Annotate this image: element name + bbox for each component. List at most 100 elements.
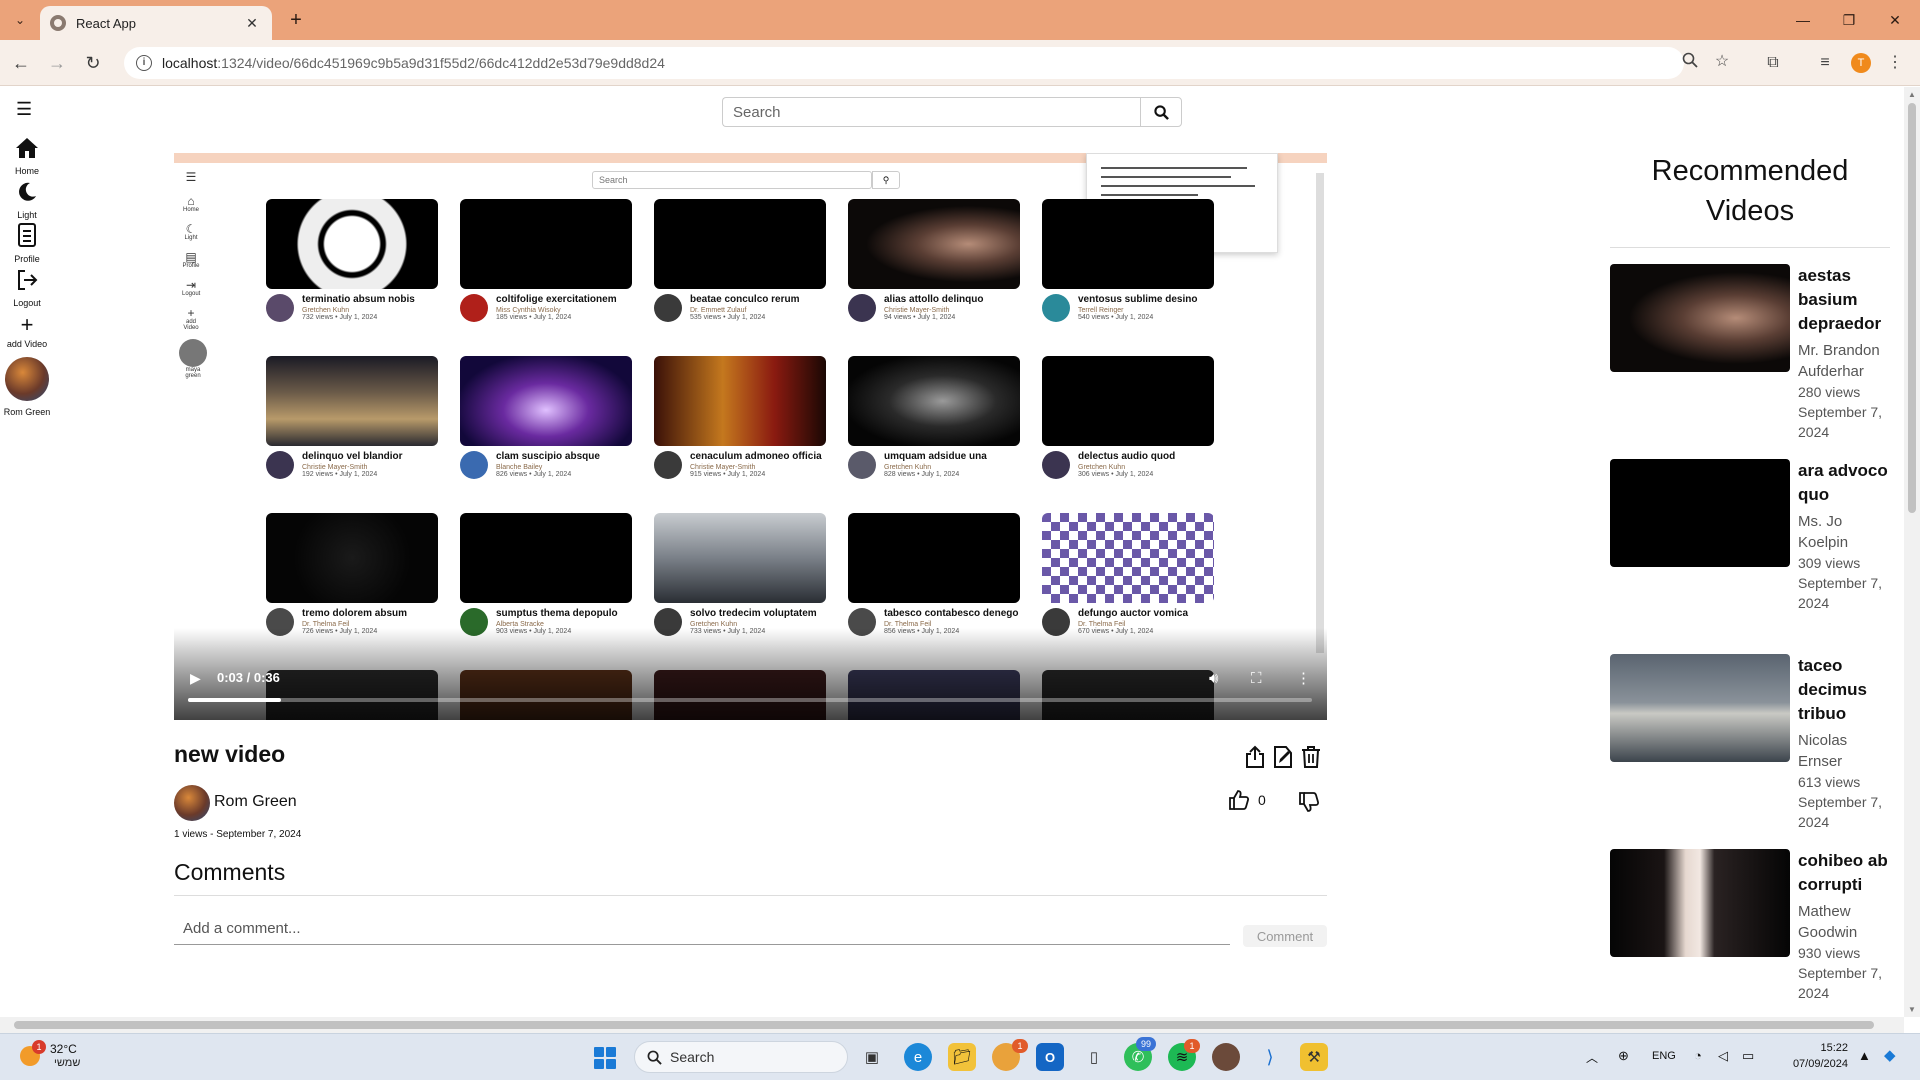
- channel-avatar[interactable]: [174, 785, 210, 821]
- copilot-icon[interactable]: ◆: [1884, 1046, 1896, 1064]
- weather-badge: 1: [32, 1040, 46, 1054]
- window-close-icon[interactable]: ✕: [1872, 0, 1918, 40]
- fullscreen-icon[interactable]: ⛶: [1251, 670, 1262, 687]
- hamburger-menu-icon[interactable]: ☰: [16, 100, 38, 118]
- app-icon[interactable]: ⚒︎: [1300, 1043, 1328, 1071]
- recommended-thumbnail[interactable]: [1610, 654, 1790, 762]
- clock-date[interactable]: 07/09/2024: [1778, 1058, 1848, 1070]
- site-info-icon[interactable]: i: [136, 55, 152, 71]
- video-frame-card-author: Dr. Thelma Feil: [302, 621, 350, 628]
- recommended-thumbnail[interactable]: [1610, 264, 1790, 372]
- user-avatar[interactable]: [5, 357, 49, 401]
- photo-app-icon[interactable]: [1212, 1043, 1240, 1071]
- share-icon[interactable]: [1244, 745, 1268, 769]
- file-explorer-icon[interactable]: 📁︎: [948, 1043, 976, 1071]
- recommended-thumbnail[interactable]: [1610, 459, 1790, 567]
- browser-tab[interactable]: React App ✕: [40, 6, 272, 40]
- battery-icon[interactable]: ▭: [1742, 1048, 1754, 1064]
- reload-icon[interactable]: ↻: [80, 50, 106, 76]
- video-frame-card-author: Dr. Emmett Zulauf: [690, 307, 747, 314]
- profile-avatar[interactable]: T: [1851, 53, 1871, 73]
- video-frame-card-author: Gretchen Kuhn: [690, 621, 738, 628]
- notepad-icon[interactable]: ▯: [1080, 1043, 1108, 1071]
- recommended-thumbnail[interactable]: [1610, 849, 1790, 957]
- tab-close-icon[interactable]: ✕: [242, 15, 262, 32]
- trash-icon[interactable]: [1300, 745, 1324, 769]
- play-icon[interactable]: ▶: [190, 670, 201, 687]
- recommended-views: 930 views: [1798, 945, 1861, 961]
- video-frame-card-avatar: [1042, 451, 1070, 479]
- player-progress-bar[interactable]: [188, 698, 1312, 702]
- sidebar-item-home[interactable]: Home: [0, 137, 54, 176]
- bookmark-star-icon[interactable]: ☆: [1712, 52, 1732, 72]
- page-vertical-scrollbar[interactable]: ▲ ▼: [1904, 87, 1920, 1017]
- video-frame-search-icon: ⚲: [872, 171, 900, 189]
- zoom-icon[interactable]: [1680, 52, 1700, 72]
- video-player[interactable]: ☰ ⌂ Home ☾ Light ▤ Profile ⇥ Logout + add Vid…: [174, 153, 1327, 720]
- recommended-title[interactable]: taceo decimus tribuo: [1798, 654, 1890, 726]
- tray-chevron-icon[interactable]: ︿: [1586, 1049, 1598, 1066]
- volume-icon[interactable]: 🔊︎: [1209, 670, 1218, 687]
- browser-menu-icon[interactable]: ⋮: [1884, 52, 1906, 74]
- recommended-date: September 7, 2024: [1798, 794, 1883, 830]
- outlook-icon[interactable]: O: [1036, 1043, 1064, 1071]
- minimize-icon[interactable]: —: [1780, 0, 1826, 40]
- sidebar-item-profile[interactable]: Profile: [0, 223, 54, 264]
- edit-icon[interactable]: [1272, 745, 1296, 769]
- comments-divider: [174, 895, 1327, 896]
- sidebar-item-light[interactable]: Light: [0, 181, 54, 220]
- restore-icon[interactable]: ❐: [1826, 0, 1872, 40]
- scroll-down-icon[interactable]: ▼: [1908, 1005, 1916, 1014]
- recommended-title[interactable]: ara advoco quo: [1798, 459, 1890, 507]
- browser-tab-bar: ⌄ React App ✕ + — ❐ ✕: [0, 0, 1920, 40]
- notification-bell-icon[interactable]: ▲: [1858, 1048, 1871, 1063]
- weather-temperature[interactable]: 32°C: [50, 1042, 77, 1056]
- search-input[interactable]: [722, 97, 1140, 127]
- volume-tray-icon[interactable]: ◁: [1718, 1048, 1728, 1064]
- video-frame-card-author: Gretchen Kuhn: [884, 464, 932, 471]
- language-indicator[interactable]: ENG: [1652, 1050, 1676, 1062]
- comments-heading: Comments: [174, 859, 286, 885]
- address-bar[interactable]: i localhost:1324/video/66dc451969c9b5a9d…: [124, 47, 1684, 79]
- network-icon[interactable]: ⊕: [1618, 1048, 1629, 1064]
- back-icon[interactable]: ←: [8, 50, 34, 76]
- dislike-button[interactable]: [1298, 791, 1320, 818]
- recommended-title[interactable]: aestas basium depraedor: [1798, 264, 1890, 336]
- search-icon: [647, 1050, 662, 1065]
- wifi-icon[interactable]: ◔: [1694, 1048, 1702, 1063]
- page-horizontal-scrollbar[interactable]: [0, 1017, 1904, 1033]
- browser-toolbar: ← → ↻ i localhost:1324/video/66dc451969c…: [0, 40, 1920, 86]
- media-control-icon[interactable]: ≡: [1814, 52, 1836, 74]
- more-options-icon[interactable]: ⋮: [1296, 669, 1311, 687]
- sidebar-item-logout[interactable]: Logout: [0, 269, 54, 308]
- search-button[interactable]: [1140, 97, 1182, 127]
- forward-icon[interactable]: →: [44, 50, 70, 76]
- video-frame-card-author: Christie Mayer-Smith: [302, 464, 368, 471]
- scroll-up-icon[interactable]: ▲: [1908, 90, 1916, 99]
- windows-start-icon[interactable]: [594, 1047, 616, 1069]
- new-tab-icon[interactable]: +: [284, 9, 308, 33]
- comment-button[interactable]: Comment: [1243, 925, 1327, 947]
- vscode-icon[interactable]: ⟩: [1256, 1043, 1284, 1071]
- task-view-icon[interactable]: ▣: [858, 1043, 886, 1071]
- video-frame-card-title: solvo tredecim voluptatem: [690, 608, 817, 619]
- taskbar-search[interactable]: Search: [634, 1041, 848, 1073]
- video-frame-card-avatar: [1042, 294, 1070, 322]
- extensions-icon[interactable]: ⧉: [1762, 52, 1784, 74]
- video-frame-card-title: cenaculum admoneo officia: [690, 451, 822, 462]
- recommended-author: Nicolas Ernser: [1798, 732, 1848, 770]
- scrollbar-thumb[interactable]: [1908, 103, 1916, 513]
- video-frame-card-views: 732 views • July 1, 2024: [302, 314, 378, 321]
- clock-time[interactable]: 15:22: [1778, 1042, 1848, 1054]
- tab-search-dropdown-icon[interactable]: ⌄: [8, 8, 32, 32]
- comment-input[interactable]: [174, 913, 1230, 945]
- video-frame-card-title: umquam adsidue una: [884, 451, 987, 462]
- video-frame-card-avatar: [654, 451, 682, 479]
- sidebar-item-add-video[interactable]: + add Video: [0, 313, 54, 350]
- video-frame-card-title: defungo auctor vomica: [1078, 608, 1189, 619]
- like-button[interactable]: 0: [1228, 789, 1266, 811]
- edge-icon[interactable]: e: [904, 1043, 932, 1071]
- channel-name[interactable]: Rom Green: [214, 793, 297, 811]
- scrollbar-thumb[interactable]: [14, 1021, 1874, 1029]
- recommended-title[interactable]: cohibeo ab corrupti: [1798, 849, 1890, 897]
